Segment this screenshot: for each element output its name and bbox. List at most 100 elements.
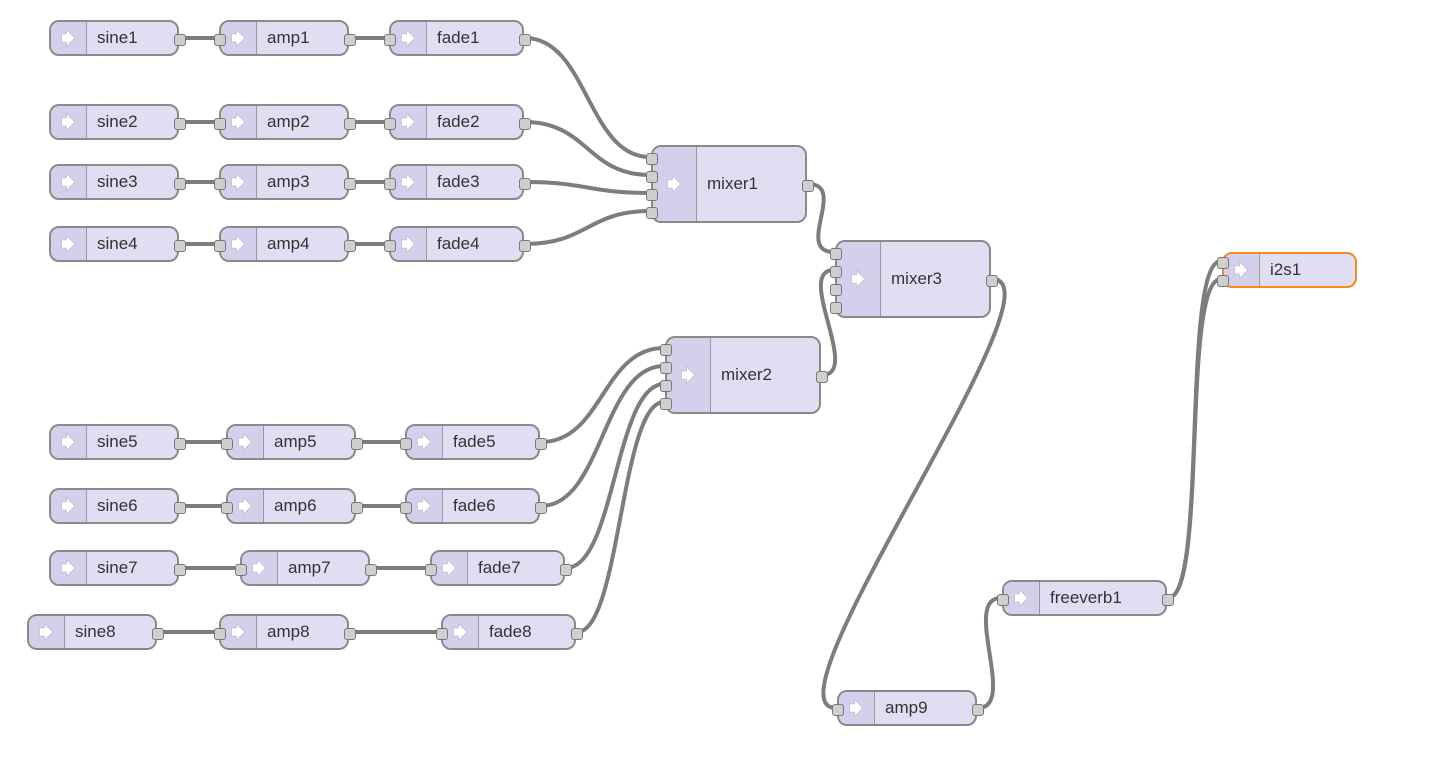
port-out[interactable] [174, 240, 186, 252]
port-in[interactable] [1217, 275, 1229, 287]
port-out[interactable] [174, 34, 186, 46]
port-out[interactable] [816, 371, 828, 383]
node-fade5[interactable]: fade5 [405, 424, 540, 460]
port-out[interactable] [174, 178, 186, 190]
port-out[interactable] [972, 704, 984, 716]
port-in[interactable] [214, 34, 226, 46]
node-amp9[interactable]: amp9 [837, 690, 977, 726]
node-mixer3[interactable]: mixer3 [835, 240, 991, 318]
wire[interactable] [525, 182, 650, 193]
wire[interactable] [577, 402, 664, 632]
port-in[interactable] [646, 153, 658, 165]
node-amp2[interactable]: amp2 [219, 104, 349, 140]
port-out[interactable] [344, 118, 356, 130]
node-sine1[interactable]: sine1 [49, 20, 179, 56]
node-fade1[interactable]: fade1 [389, 20, 524, 56]
port-in[interactable] [400, 502, 412, 514]
port-out[interactable] [344, 178, 356, 190]
node-sine8[interactable]: sine8 [27, 614, 157, 650]
port-in[interactable] [830, 248, 842, 260]
port-in[interactable] [646, 171, 658, 183]
port-in[interactable] [832, 704, 844, 716]
port-in[interactable] [384, 118, 396, 130]
port-in[interactable] [660, 362, 672, 374]
wire[interactable] [1168, 261, 1221, 598]
port-out[interactable] [986, 275, 998, 287]
port-in[interactable] [221, 438, 233, 450]
port-out[interactable] [351, 438, 363, 450]
port-in[interactable] [436, 628, 448, 640]
port-in[interactable] [214, 240, 226, 252]
port-in[interactable] [221, 502, 233, 514]
port-out[interactable] [344, 628, 356, 640]
node-sine6[interactable]: sine6 [49, 488, 179, 524]
port-out[interactable] [560, 564, 572, 576]
port-out[interactable] [519, 118, 531, 130]
node-sine4[interactable]: sine4 [49, 226, 179, 262]
wire[interactable] [541, 348, 664, 442]
port-in[interactable] [830, 284, 842, 296]
node-amp5[interactable]: amp5 [226, 424, 356, 460]
node-fade6[interactable]: fade6 [405, 488, 540, 524]
node-amp4[interactable]: amp4 [219, 226, 349, 262]
node-fade4[interactable]: fade4 [389, 226, 524, 262]
port-in[interactable] [660, 344, 672, 356]
port-in[interactable] [214, 178, 226, 190]
port-in[interactable] [997, 594, 1009, 606]
node-amp3[interactable]: amp3 [219, 164, 349, 200]
port-out[interactable] [174, 564, 186, 576]
port-in[interactable] [425, 564, 437, 576]
wire[interactable] [823, 279, 1004, 708]
port-out[interactable] [535, 438, 547, 450]
node-sine7[interactable]: sine7 [49, 550, 179, 586]
wire[interactable] [1168, 279, 1221, 598]
port-in[interactable] [235, 564, 247, 576]
port-in[interactable] [384, 240, 396, 252]
wire[interactable] [525, 211, 650, 244]
node-sine5[interactable]: sine5 [49, 424, 179, 460]
node-fade8[interactable]: fade8 [441, 614, 576, 650]
node-freeverb1[interactable]: freeverb1 [1002, 580, 1167, 616]
port-out[interactable] [1162, 594, 1174, 606]
wire[interactable] [978, 598, 1001, 708]
wire[interactable] [541, 366, 664, 506]
port-out[interactable] [174, 438, 186, 450]
node-amp8[interactable]: amp8 [219, 614, 349, 650]
port-in[interactable] [646, 189, 658, 201]
port-out[interactable] [344, 240, 356, 252]
port-in[interactable] [214, 628, 226, 640]
port-out[interactable] [802, 180, 814, 192]
node-fade3[interactable]: fade3 [389, 164, 524, 200]
port-in[interactable] [400, 438, 412, 450]
node-mixer1[interactable]: mixer1 [651, 145, 807, 223]
node-amp1[interactable]: amp1 [219, 20, 349, 56]
port-out[interactable] [152, 628, 164, 640]
port-out[interactable] [174, 502, 186, 514]
port-in[interactable] [830, 266, 842, 278]
port-in[interactable] [384, 34, 396, 46]
port-out[interactable] [351, 502, 363, 514]
wire[interactable] [566, 384, 664, 568]
port-in[interactable] [660, 380, 672, 392]
port-out[interactable] [344, 34, 356, 46]
port-in[interactable] [830, 302, 842, 314]
port-in[interactable] [646, 207, 658, 219]
wire[interactable] [808, 184, 834, 252]
node-amp7[interactable]: amp7 [240, 550, 370, 586]
port-out[interactable] [365, 564, 377, 576]
port-out[interactable] [571, 628, 583, 640]
port-out[interactable] [519, 178, 531, 190]
node-mixer2[interactable]: mixer2 [665, 336, 821, 414]
node-sine3[interactable]: sine3 [49, 164, 179, 200]
port-in[interactable] [214, 118, 226, 130]
node-fade2[interactable]: fade2 [389, 104, 524, 140]
node-amp6[interactable]: amp6 [226, 488, 356, 524]
port-in[interactable] [384, 178, 396, 190]
port-out[interactable] [519, 34, 531, 46]
wire[interactable] [525, 38, 650, 157]
node-sine2[interactable]: sine2 [49, 104, 179, 140]
wire[interactable] [525, 122, 650, 175]
node-i2s1[interactable]: i2s1 [1222, 252, 1357, 288]
port-out[interactable] [174, 118, 186, 130]
port-out[interactable] [535, 502, 547, 514]
